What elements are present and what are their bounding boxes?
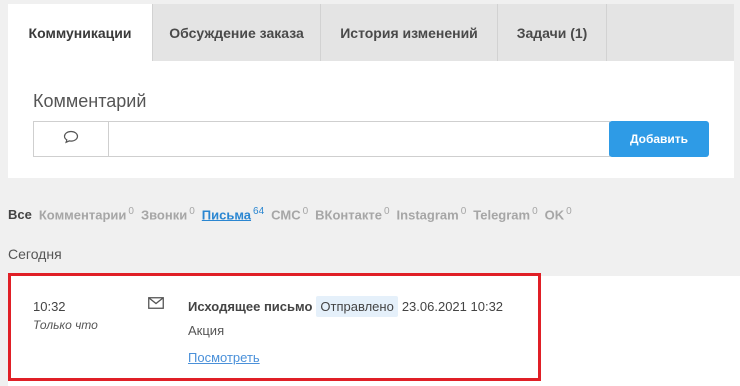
event-relative-time: Только что <box>33 318 98 332</box>
filter-label: OK <box>544 207 565 223</box>
filter-emails[interactable]: Письма 64 <box>202 206 264 222</box>
filter-label: Telegram <box>473 207 531 223</box>
filter-label: Все <box>8 207 32 223</box>
filter-count: 0 <box>460 206 467 217</box>
filter-count: 0 <box>302 206 309 217</box>
tab-change-history[interactable]: История изменений <box>321 4 498 61</box>
section-heading-today: Сегодня <box>8 246 62 262</box>
filter-count: 0 <box>383 206 390 217</box>
filter-label: Письма <box>201 207 252 223</box>
filter-telegram[interactable]: Telegram 0 <box>473 206 537 222</box>
filter-count: 64 <box>253 206 265 217</box>
status-badge: Отправлено <box>316 296 398 317</box>
comment-input-row <box>33 121 610 157</box>
filter-vkontakte[interactable]: ВКонтакте 0 <box>315 206 389 222</box>
tab-bar: Коммуникации Обсуждение заказа История и… <box>8 4 734 61</box>
filter-label: СМС <box>271 207 301 223</box>
add-button[interactable]: Добавить <box>609 121 709 157</box>
event-type: Исходящее письмо <box>188 299 313 314</box>
filter-comments[interactable]: Комментарии 0 <box>39 206 134 222</box>
tab-tasks[interactable]: Задачи (1) <box>498 4 607 61</box>
comment-panel: Комментарий Добавить <box>8 61 734 178</box>
tab-order-discussion[interactable]: Обсуждение заказа <box>153 4 321 61</box>
envelope-icon <box>148 296 164 314</box>
event-header: Исходящее письмо Отправлено 23.06.2021 1… <box>188 296 503 317</box>
filter-instagram[interactable]: Instagram 0 <box>397 206 467 222</box>
filter-bar: Все Комментарии 0 Звонки 0 Письма 64 СМС 0 В… <box>8 206 579 222</box>
tab-communications[interactable]: Коммуникации <box>8 4 153 61</box>
filter-count: 0 <box>566 206 572 217</box>
speech-bubble-icon <box>63 130 79 149</box>
view-link[interactable]: Посмотреть <box>188 350 260 365</box>
filter-label: Instagram <box>396 207 459 223</box>
filter-count: 0 <box>189 206 195 217</box>
event-date: 23.06.2021 10:32 <box>401 299 504 314</box>
event-subject: Акция <box>188 323 225 338</box>
filter-calls[interactable]: Звонки 0 <box>141 206 195 222</box>
filter-all[interactable]: Все <box>8 207 32 222</box>
filter-sms[interactable]: СМС 0 <box>271 206 308 222</box>
comment-type-selector[interactable] <box>34 122 109 156</box>
comment-label: Комментарий <box>33 91 147 111</box>
event-card: 10:32 Только что Исходящее письмо Отправ… <box>8 276 740 386</box>
filter-label: ВКонтакте <box>315 207 382 223</box>
event-time: 10:32 <box>33 299 66 314</box>
comment-input[interactable] <box>109 122 609 156</box>
filter-label: Комментарии <box>38 207 127 223</box>
filter-count: 0 <box>128 206 134 217</box>
filter-ok[interactable]: OK 0 <box>545 206 572 222</box>
filter-label: Звонки <box>140 207 188 223</box>
filter-count: 0 <box>532 206 538 217</box>
